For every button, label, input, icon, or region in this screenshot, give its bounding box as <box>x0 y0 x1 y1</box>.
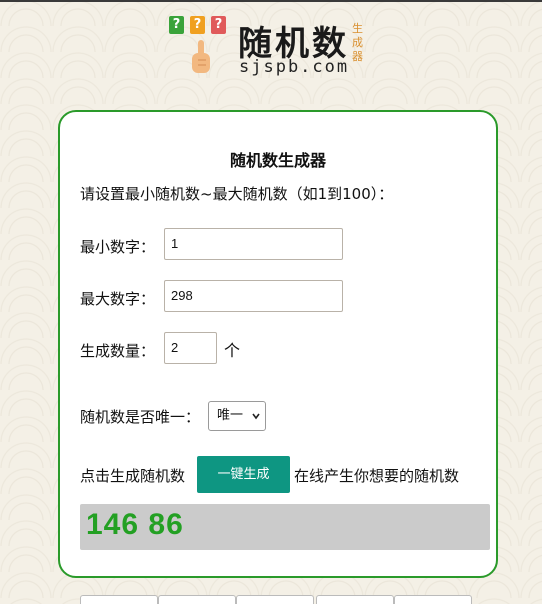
pointing-hand-icon <box>192 40 210 73</box>
logo-side-text: 生成器 <box>352 22 363 63</box>
question-badge-green: ? <box>169 16 184 34</box>
top-bar <box>0 0 542 2</box>
action-prefix-text: 点击生成随机数 <box>80 467 186 485</box>
count-input[interactable]: 2 <box>164 332 217 364</box>
count-unit: 个 <box>224 341 241 360</box>
logo-url: sjspb.com <box>239 57 350 77</box>
site-logo[interactable]: ? ? ? 随机数 生成器 sjspb.com <box>166 14 376 84</box>
unique-label: 随机数是否唯一： <box>80 408 201 426</box>
question-badge-red: ? <box>211 16 226 34</box>
result-numbers: 146 86 <box>86 508 184 541</box>
action-suffix-text: 在线产生你想要的随机数 <box>294 467 460 485</box>
question-badge-orange: ? <box>190 16 205 34</box>
min-number-input[interactable]: 1 <box>164 228 343 260</box>
max-number-input[interactable]: 298 <box>164 280 343 312</box>
generator-card: 随机数生成器 请设置最小随机数~最大随机数（如1到100）： 最小数字： 1 最… <box>58 110 498 578</box>
count-label: 生成数量： <box>80 342 156 360</box>
chevron-down-icon <box>252 413 260 420</box>
min-label: 最小数字： <box>80 238 156 256</box>
range-prompt: 请设置最小随机数~最大随机数（如1到100）： <box>80 185 394 203</box>
generate-button[interactable]: 一键生成 <box>197 456 290 493</box>
unique-select[interactable]: 唯一 <box>208 401 266 431</box>
card-title: 随机数生成器 <box>229 151 326 170</box>
result-box: 146 86 <box>80 504 490 550</box>
max-label: 最大数字： <box>80 290 156 308</box>
unique-select-value: 唯一 <box>217 408 244 423</box>
